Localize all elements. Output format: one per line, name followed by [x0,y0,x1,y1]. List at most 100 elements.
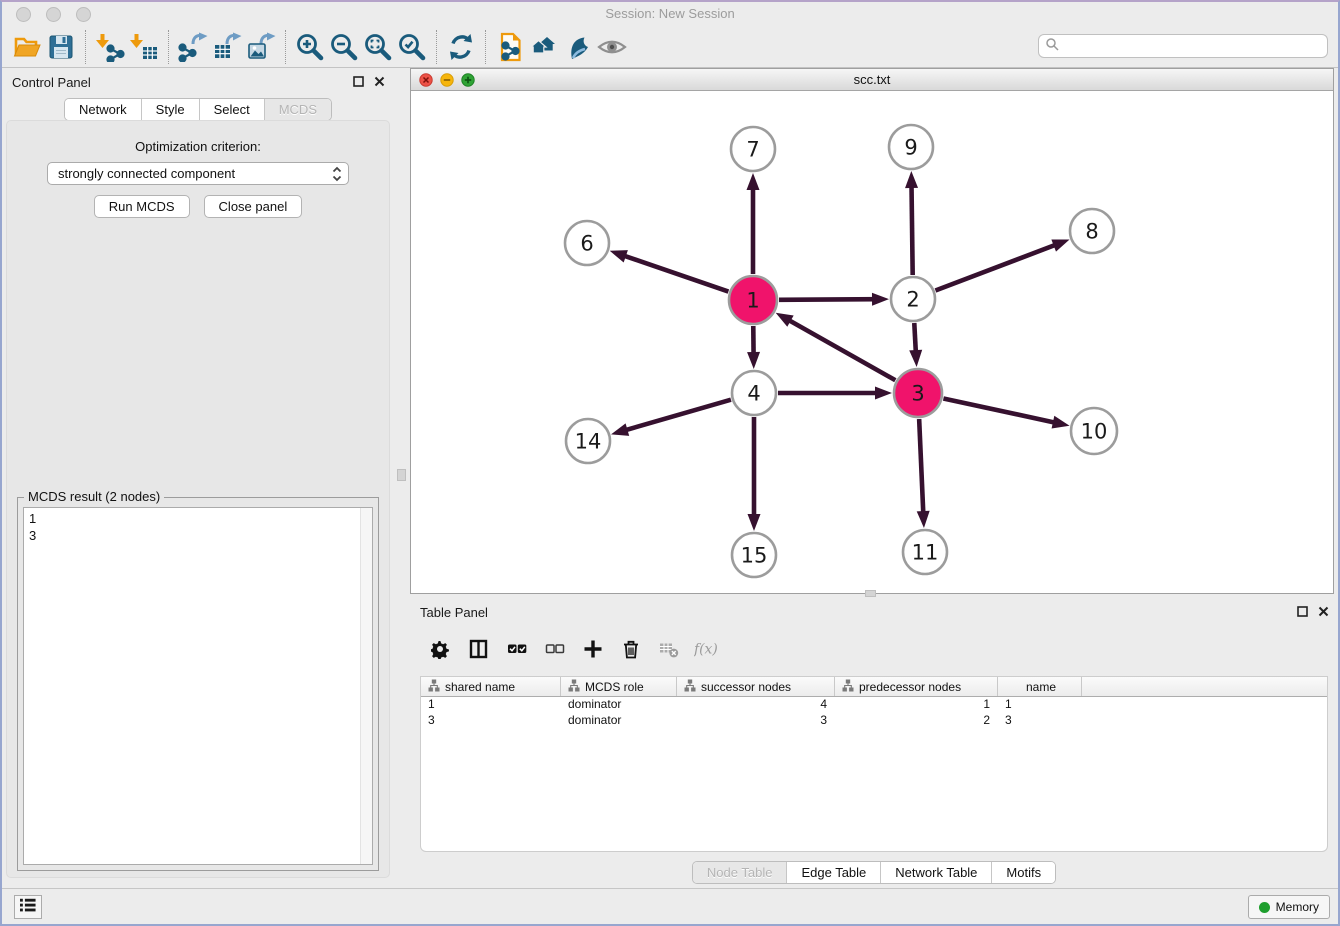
edge-2-3[interactable] [909,323,922,367]
table-cell[interactable]: 1 [835,697,998,713]
network-canvas[interactable]: 1 2 3 4 6 7 8 9 10 11 14 15 [411,91,1333,593]
zoom-selected-icon[interactable] [395,29,429,65]
run-mcds-button[interactable]: Run MCDS [94,195,190,218]
tab-network-table[interactable]: Network Table [880,862,991,883]
edge-3-1[interactable] [776,313,896,380]
edge-4-14[interactable] [611,400,731,436]
zoom-in-icon[interactable] [293,29,327,65]
edge-1-7[interactable] [747,173,760,274]
delete-icon[interactable] [618,636,644,662]
show-networks-icon[interactable] [527,29,561,65]
edge-1-2[interactable] [779,293,889,306]
settings-icon[interactable] [428,636,454,662]
add-icon[interactable] [580,636,606,662]
tab-edge-table[interactable]: Edge Table [786,862,880,883]
graph-node-10[interactable]: 10 [1071,408,1117,454]
control-panel-tabs: NetworkStyleSelectMCDS [2,98,394,121]
mcds-result-textarea[interactable]: 1 3 [23,507,373,865]
result-scrollbar[interactable] [360,508,372,864]
graph-node-8[interactable]: 8 [1070,209,1114,253]
svg-text:f(x): f(x) [694,641,718,657]
edge-arrowhead [610,250,628,262]
table-cell[interactable]: dominator [561,713,677,729]
graph-node-14[interactable]: 14 [566,419,610,463]
table-cell[interactable]: 3 [677,713,835,729]
zoom-fit-icon[interactable] [361,29,395,65]
column-header-MCDS-role[interactable]: MCDS role [561,677,677,696]
graph-node-1[interactable]: 1 [729,276,777,324]
zoom-out-icon[interactable] [327,29,361,65]
sort-hierarchy-icon [842,679,854,695]
graph-node-3[interactable]: 3 [894,369,942,417]
edge-1-4[interactable] [747,326,760,369]
graph-node-7[interactable]: 7 [731,127,775,171]
open-icon[interactable] [10,29,44,65]
table-cell[interactable]: 1 [998,697,1082,713]
import-table-icon[interactable] [127,29,161,65]
graph-node-9[interactable]: 9 [889,125,933,169]
task-history-button[interactable] [14,895,42,919]
criterion-dropdown[interactable]: strongly connected component [47,162,349,185]
unselect-all-icon[interactable] [542,636,568,662]
node-label: 6 [580,232,593,256]
edge-1-6[interactable] [610,250,729,291]
select-all-icon[interactable] [504,636,530,662]
column-header-name[interactable]: name [998,677,1082,696]
column-header-predecessor-nodes[interactable]: predecessor nodes [835,677,998,696]
tab-network[interactable]: Network [65,99,141,120]
table-cell[interactable]: 1 [421,697,561,713]
horizontal-splitter-grip[interactable] [865,590,876,597]
table-cell[interactable]: 4 [677,697,835,713]
table-cell[interactable]: 3 [421,713,561,729]
float-panel-icon[interactable] [352,75,365,88]
search-icon [1045,37,1059,56]
save-icon[interactable] [44,29,78,65]
edge-3-11[interactable] [917,419,930,528]
tab-mcds[interactable]: MCDS [264,99,331,120]
table-cell[interactable]: dominator [561,697,677,713]
table-row[interactable]: 1dominator411 [421,697,1327,713]
table-row[interactable]: 3dominator323 [421,713,1327,729]
column-header-successor-nodes[interactable]: successor nodes [677,677,835,696]
tab-select[interactable]: Select [199,99,264,120]
edge-2-8[interactable] [935,239,1069,290]
memory-button[interactable]: Memory [1248,895,1330,919]
edge-3-10[interactable] [943,398,1069,428]
export-network-icon[interactable] [176,29,210,65]
close-panel-button[interactable]: Close panel [204,195,303,218]
graph-node-15[interactable]: 15 [732,533,776,577]
tab-node-table[interactable]: Node Table [693,862,787,883]
export-image-icon[interactable] [244,29,278,65]
graph-node-2[interactable]: 2 [891,277,935,321]
graph-node-6[interactable]: 6 [565,221,609,265]
tab-motifs[interactable]: Motifs [991,862,1055,883]
column-header-shared-name[interactable]: shared name [421,677,561,696]
close-panel-icon[interactable] [373,75,386,88]
tab-style[interactable]: Style [141,99,199,120]
new-network-icon[interactable] [493,29,527,65]
graph-node-4[interactable]: 4 [732,371,776,415]
edge-arrowhead [872,293,889,306]
export-table-icon[interactable] [210,29,244,65]
node-label: 8 [1085,220,1098,244]
graphics-details-icon[interactable] [561,29,595,65]
float-table-panel-icon[interactable] [1296,605,1309,618]
vertical-splitter-grip[interactable] [397,469,406,481]
edge-2-9[interactable] [905,171,918,275]
refresh-icon[interactable] [444,29,478,65]
search-input[interactable] [1059,39,1321,53]
import-network-icon[interactable] [93,29,127,65]
graph-node-11[interactable]: 11 [903,530,947,574]
table-cell[interactable]: 3 [998,713,1082,729]
edge-arrowhead [776,313,794,327]
table-cell[interactable]: 2 [835,713,998,729]
control-panel-title: Control Panel [12,75,91,90]
table-header-row: shared nameMCDS rolesuccessor nodesprede… [421,677,1327,697]
edge-4-3[interactable] [778,387,892,400]
edge-4-15[interactable] [748,417,761,531]
columns-icon[interactable] [466,636,492,662]
toolbar-separator [168,30,169,64]
criterion-value: strongly connected component [58,166,235,181]
optimization-criterion-label: Optimization criterion: [7,139,389,154]
close-table-panel-icon[interactable] [1317,605,1330,618]
